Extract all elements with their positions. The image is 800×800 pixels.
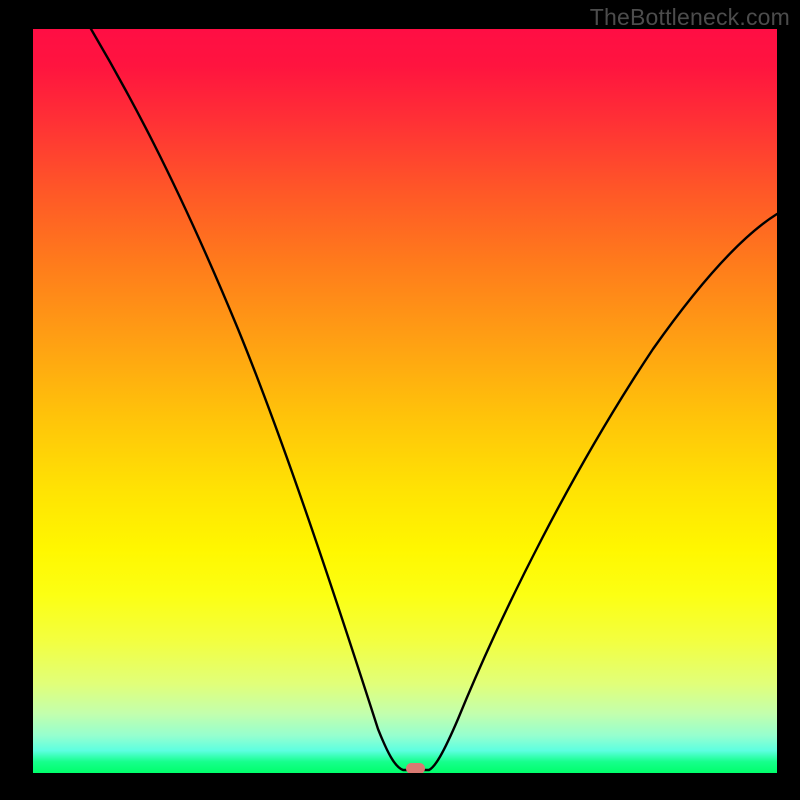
- plot-area: [33, 29, 777, 773]
- curve-path: [73, 29, 777, 770]
- chart-frame: TheBottleneck.com: [0, 0, 800, 800]
- optimum-marker: [406, 763, 425, 773]
- watermark-text: TheBottleneck.com: [590, 4, 790, 31]
- bottleneck-curve: [33, 29, 777, 773]
